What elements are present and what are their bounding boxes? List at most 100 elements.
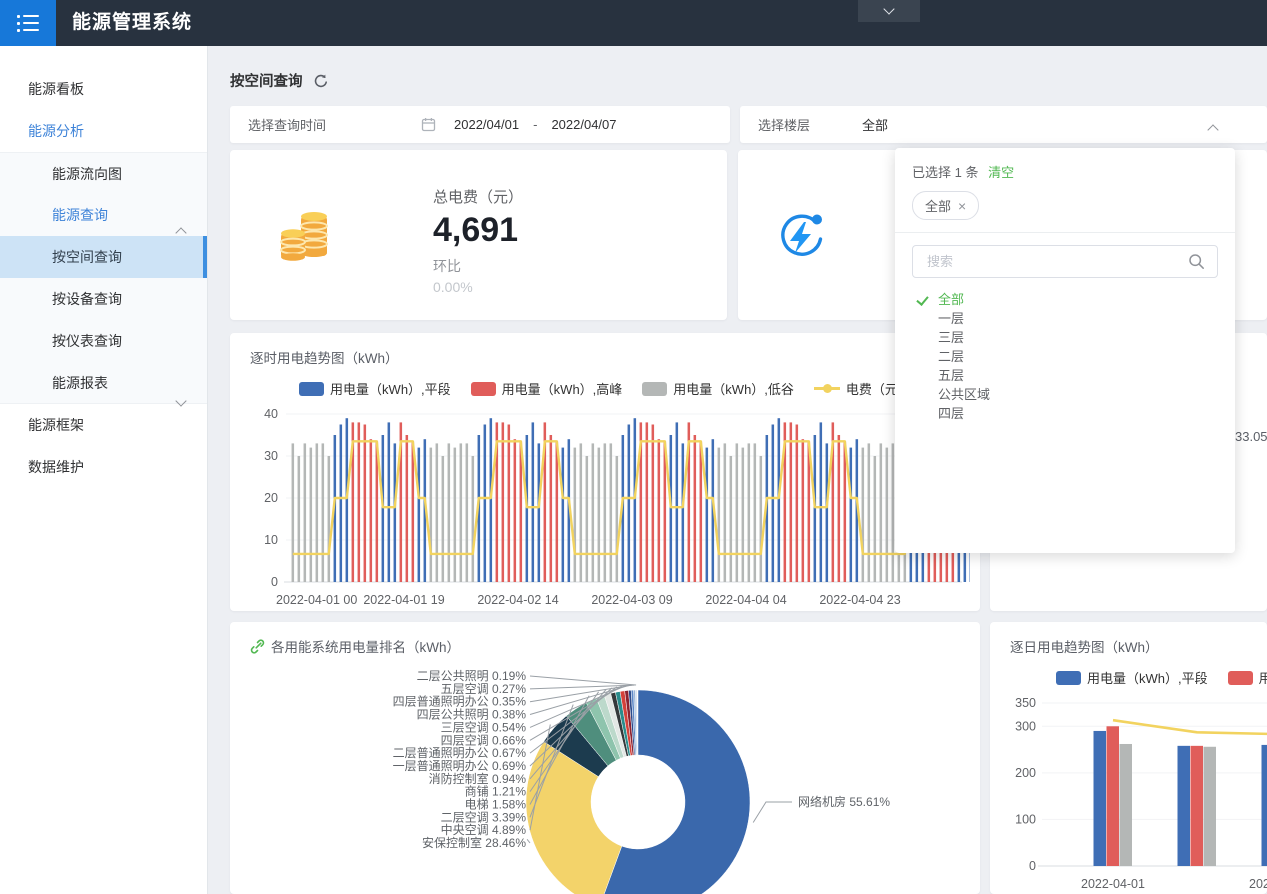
- sidebar-item-label: 能源分析: [28, 123, 84, 139]
- legend-label: 用电量（kWh）,平段: [330, 379, 451, 398]
- legend-item[interactable]: 用电量（kWh）,高峰: [471, 379, 623, 398]
- legend-swatch: [471, 382, 496, 396]
- floor-filter-select[interactable]: 选择楼层 全部: [740, 106, 1267, 143]
- search-icon: [1188, 253, 1205, 270]
- floor-search-box: [912, 245, 1218, 278]
- period-compare-value: 0.00%: [433, 279, 523, 295]
- link-icon: [250, 639, 265, 654]
- sidebar-item-8[interactable]: 能源框架: [0, 404, 207, 446]
- floor-option-label: 公共区域: [938, 387, 990, 402]
- floor-option-list: 全部一层三层二层五层公共区域四层: [895, 290, 1235, 423]
- legend-swatch: [299, 382, 324, 396]
- energy-ranking-card: 各用能系统用电量排名（kWh） 二层公共照明 0.19%五层空调 0.27%四层…: [230, 622, 980, 894]
- lightning-icon: [775, 208, 829, 267]
- svg-text:0: 0: [271, 575, 278, 589]
- svg-text:一层普通照明办公 0.69%: 一层普通照明办公 0.69%: [393, 758, 527, 773]
- svg-text:200: 200: [1015, 766, 1036, 780]
- date-start[interactable]: 2022/04/01: [454, 117, 519, 132]
- tag-remove-icon[interactable]: ×: [958, 199, 966, 213]
- daily-chart-legend: 用电量（kWh）,平段用电量（kWh）,高峰用电量（kWh）,低谷电费（元）: [1056, 668, 1267, 687]
- svg-text:商铺 1.21%: 商铺 1.21%: [465, 784, 527, 799]
- sidebar-item-label: 按仪表查询: [52, 333, 122, 349]
- svg-text:2022-04-03 09: 2022-04-03 09: [591, 593, 672, 607]
- daily-trend-card: 逐日用电趋势图（kWh） 用电量（kWh）,平段用电量（kWh）,高峰用电量（k…: [990, 622, 1267, 894]
- svg-text:2022-04-01 19: 2022-04-01 19: [363, 593, 444, 607]
- floor-option-1[interactable]: 一层: [895, 309, 1235, 328]
- check-icon: [916, 293, 928, 306]
- svg-text:安保控制室 28.46%: 安保控制室 28.46%: [422, 835, 526, 850]
- total-cost-value: 4,691: [433, 211, 523, 250]
- date-separator: -: [533, 117, 537, 132]
- legend-item[interactable]: 用电量（kWh）,平段: [299, 379, 451, 398]
- floor-option-label: 四层: [938, 406, 964, 421]
- svg-text:350: 350: [1015, 696, 1036, 710]
- breadcrumb: 按空间查询: [230, 70, 329, 91]
- date-end[interactable]: 2022/04/07: [551, 117, 616, 132]
- floor-option-label: 全部: [938, 292, 964, 307]
- sidebar-item-1[interactable]: 能源分析: [0, 110, 207, 152]
- legend-label: 用电量（kWh）,低谷: [673, 379, 794, 398]
- sidebar-item-label: 能源查询: [52, 207, 108, 223]
- legend-swatch: [642, 382, 667, 396]
- legend-item[interactable]: 用电量（kWh）,低谷: [642, 379, 794, 398]
- sidebar-item-label: 按设备查询: [52, 291, 122, 307]
- floor-option-5[interactable]: 公共区域: [895, 385, 1235, 404]
- sidebar-item-9[interactable]: 数据维护: [0, 446, 207, 488]
- legend-swatch: [814, 387, 840, 390]
- floor-search-input[interactable]: [925, 253, 1188, 270]
- menu-toggle-button[interactable]: [0, 0, 56, 46]
- legend-swatch: [1056, 671, 1081, 685]
- svg-text:100: 100: [1015, 812, 1036, 826]
- time-filter-label: 选择查询时间: [248, 115, 326, 134]
- floor-option-2[interactable]: 三层: [895, 328, 1235, 347]
- floor-option-3[interactable]: 二层: [895, 347, 1235, 366]
- page-title: 按空间查询: [230, 70, 303, 91]
- floor-option-0[interactable]: 全部: [895, 290, 1235, 309]
- hourly-chart-legend: 用电量（kWh）,平段用电量（kWh）,高峰用电量（kWh）,低谷电费（元）: [230, 379, 980, 398]
- sidebar-item-label: 数据维护: [28, 459, 84, 475]
- svg-text:2022-04-01 00: 2022-04-01 00: [276, 593, 357, 607]
- floor-filter-value: 全部: [862, 115, 888, 134]
- sidebar-item-0[interactable]: 能源看板: [0, 68, 207, 110]
- sidebar-item-label: 能源框架: [28, 417, 84, 433]
- navbar-dropdown-toggle[interactable]: [858, 0, 920, 22]
- svg-text:30: 30: [264, 449, 278, 463]
- floor-option-6[interactable]: 四层: [895, 404, 1235, 423]
- floor-option-label: 一层: [938, 311, 964, 326]
- sidebar-item-5[interactable]: 按设备查询: [0, 278, 207, 320]
- svg-text:二层普通照明办公 0.67%: 二层普通照明办公 0.67%: [393, 745, 527, 760]
- svg-text:40: 40: [264, 407, 278, 421]
- selected-floor-tag-label: 全部: [925, 196, 951, 215]
- selected-count: 已选择 1 条: [912, 165, 978, 180]
- svg-text:0: 0: [1029, 859, 1036, 873]
- calendar-icon: [421, 117, 436, 132]
- hourly-trend-card: 逐时用电趋势图（kWh） 用电量（kWh）,平段用电量（kWh）,高峰用电量（k…: [230, 333, 980, 611]
- refresh-icon[interactable]: [313, 73, 329, 89]
- sidebar-item-7[interactable]: 能源报表: [0, 362, 207, 404]
- floor-option-4[interactable]: 五层: [895, 366, 1235, 385]
- svg-text:300: 300: [1015, 719, 1036, 733]
- legend-label: 用电量（kWh）,平段: [1087, 668, 1208, 687]
- floor-filter-label: 选择楼层: [758, 115, 810, 134]
- app-title: 能源管理系统: [72, 0, 192, 46]
- sidebar-item-4[interactable]: 按空间查询: [0, 236, 207, 278]
- svg-text:10: 10: [264, 533, 278, 547]
- covered-card-value: 33.05: [1235, 429, 1267, 444]
- sidebar-item-3[interactable]: 能源查询: [0, 194, 207, 236]
- chevron-down-icon: [883, 3, 894, 14]
- legend-item[interactable]: 用电量（kWh）,平段: [1056, 668, 1208, 687]
- top-navbar: 能源管理系统: [0, 0, 1267, 46]
- sidebar-item-6[interactable]: 按仪表查询: [0, 320, 207, 362]
- clear-selection-link[interactable]: 清空: [988, 165, 1014, 180]
- time-range-filter[interactable]: 选择查询时间 2022/04/01 - 2022/04/07: [230, 106, 730, 143]
- hamburger-icon: [17, 15, 39, 18]
- svg-text:消防控制室 0.94%: 消防控制室 0.94%: [429, 771, 527, 786]
- floor-option-label: 五层: [938, 368, 964, 383]
- legend-item[interactable]: 用电量（kWh）,高峰: [1228, 668, 1267, 687]
- sidebar-item-label: 能源看板: [28, 81, 84, 97]
- svg-text:中央空调 4.89%: 中央空调 4.89%: [441, 822, 527, 837]
- sidebar-item-2[interactable]: 能源流向图: [0, 152, 207, 194]
- coins-icon: [274, 208, 334, 275]
- legend-label: 用电量（kWh）,高峰: [502, 379, 623, 398]
- svg-text:四层普通照明办公 0.35%: 四层普通照明办公 0.35%: [393, 694, 527, 709]
